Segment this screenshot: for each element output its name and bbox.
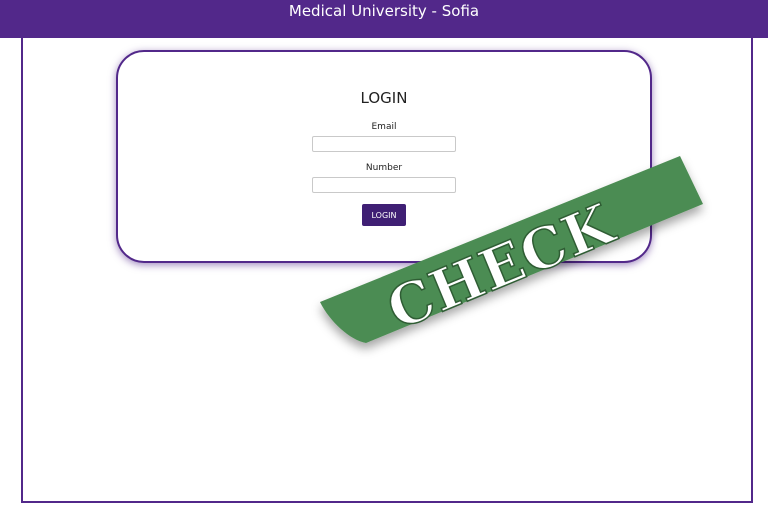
login-button[interactable]: LOGIN bbox=[362, 204, 406, 226]
number-label: Number bbox=[365, 163, 403, 173]
email-field[interactable] bbox=[312, 136, 456, 152]
top-banner: Medical University - Sofia bbox=[0, 0, 768, 38]
login-title: LOGIN bbox=[360, 89, 408, 107]
login-card: LOGIN Email Number LOGIN bbox=[116, 50, 652, 263]
number-field[interactable] bbox=[312, 177, 456, 193]
email-label: Email bbox=[371, 122, 397, 132]
site-title: Medical University - Sofia bbox=[288, 2, 480, 20]
page: Medical University - Sofia LOGIN Email N… bbox=[0, 0, 768, 512]
